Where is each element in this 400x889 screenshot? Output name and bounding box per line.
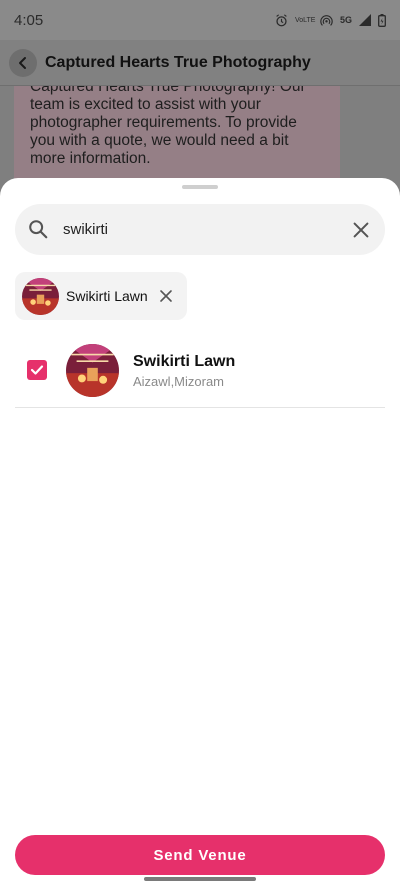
drag-handle[interactable] bbox=[182, 185, 218, 189]
search-icon bbox=[29, 220, 48, 239]
venue-name: Swikirti Lawn bbox=[133, 353, 236, 370]
remove-chip-icon[interactable] bbox=[158, 288, 174, 304]
checkmark-icon bbox=[30, 365, 44, 375]
venue-result-row[interactable]: Swikirti Lawn Aizawl,Mizoram bbox=[15, 342, 385, 408]
venue-thumbnail bbox=[22, 277, 59, 315]
selected-venue-chip: Swikirti Lawn bbox=[15, 272, 187, 320]
clear-search-icon[interactable] bbox=[350, 219, 372, 241]
chat-header: Captured Hearts True Photography bbox=[0, 40, 400, 86]
message-bubble: Captured Hearts True Photography! Our te… bbox=[14, 86, 340, 190]
status-icons: VoLTE 5G bbox=[275, 13, 386, 27]
venue-avatar bbox=[66, 344, 119, 397]
home-indicator bbox=[144, 877, 256, 881]
search-box bbox=[15, 204, 385, 255]
search-input[interactable] bbox=[63, 204, 333, 255]
battery-icon bbox=[378, 13, 386, 27]
signal-icon bbox=[359, 14, 371, 26]
volte-icon: VoLTE bbox=[294, 16, 316, 24]
venue-checkbox[interactable] bbox=[27, 360, 47, 380]
chevron-left-icon bbox=[19, 56, 26, 69]
message-text: Captured Hearts True Photography! Our te… bbox=[30, 86, 306, 167]
status-time: 4:05 bbox=[14, 11, 44, 29]
venue-picker-sheet: Swikirti Lawn Swikirti Lawn Aizawl,Mizor… bbox=[0, 178, 400, 889]
chat-title: Captured Hearts True Photography bbox=[45, 53, 311, 71]
chip-label: Swikirti Lawn bbox=[66, 288, 148, 304]
alarm-icon bbox=[276, 13, 287, 26]
status-bar: 4:05 VoLTE 5G bbox=[0, 0, 400, 40]
network-icon: 5G bbox=[339, 15, 352, 25]
send-venue-button[interactable]: Send Venue bbox=[15, 835, 385, 875]
back-button[interactable] bbox=[9, 48, 37, 77]
hotspot-icon bbox=[320, 14, 333, 26]
venue-location: Aizawl,Mizoram bbox=[133, 374, 225, 389]
